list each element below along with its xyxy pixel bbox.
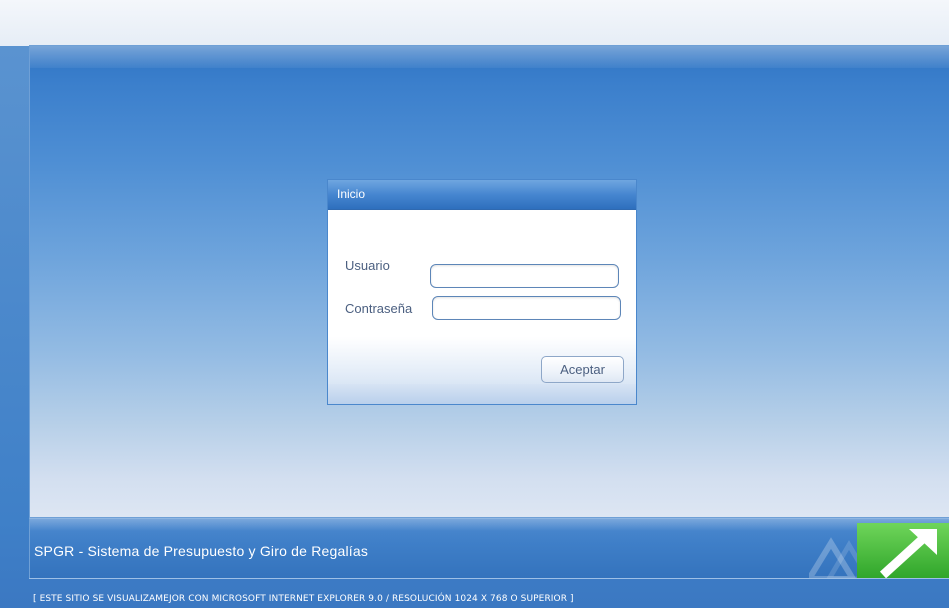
panel-gloss [30, 46, 949, 68]
password-input[interactable] [432, 296, 621, 320]
login-title: Inicio [337, 187, 366, 201]
login-box: Inicio Usuario Contraseña Aceptar [327, 179, 637, 405]
username-label: Usuario [345, 258, 390, 273]
login-footer-band [328, 384, 636, 404]
login-header: Inicio [328, 180, 636, 210]
green-arrow-logo-icon [809, 523, 949, 578]
top-band [0, 0, 949, 46]
footer-bar: SPGR - Sistema de Presupuesto y Giro de … [29, 518, 949, 578]
footer-divider [29, 578, 949, 579]
password-label: Contraseña [345, 301, 413, 316]
app-name: SPGR - Sistema de Presupuesto y Giro de … [34, 543, 369, 559]
browser-notice: [ ESTE SITIO SE VISUALIZAMEJOR CON MICRO… [33, 594, 574, 604]
accept-button[interactable]: Aceptar [541, 356, 624, 383]
username-input[interactable] [430, 264, 619, 288]
